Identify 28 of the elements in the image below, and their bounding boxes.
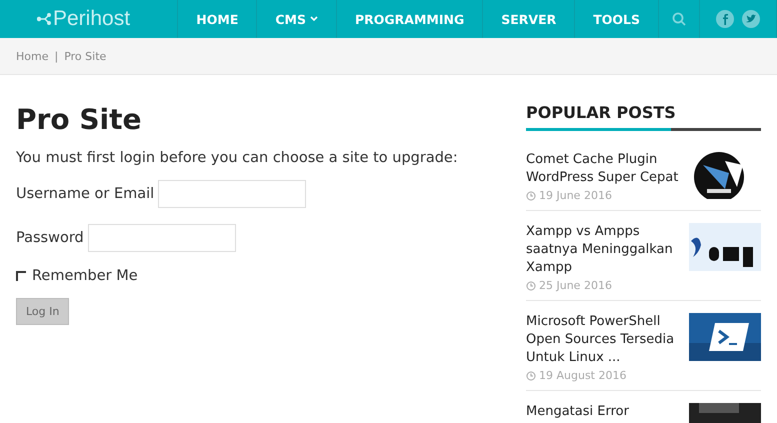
site-logo[interactable]: Perihost — [53, 7, 130, 31]
section-heading: POPULAR POSTS — [526, 103, 761, 131]
clock-icon — [526, 370, 536, 380]
page-title: Pro Site — [16, 103, 142, 136]
input-field[interactable] — [158, 180, 306, 208]
breadcrumb-separator: | — [54, 50, 58, 62]
facebook-icon[interactable] — [716, 10, 734, 28]
post-date: 25 June 2016 — [539, 279, 612, 292]
field-label: Password — [16, 230, 84, 246]
field-label: Username or Email — [16, 186, 154, 202]
clock-icon — [526, 190, 536, 200]
intro-text: You must first login before you can choose a site to upgrade: — [16, 150, 459, 166]
post-title-link[interactable]: Xampp vs Ampps saatnya Meninggalkan Xampp — [526, 223, 686, 277]
breadcrumb-item: Pro Site — [64, 50, 106, 62]
breadcrumb-item[interactable]: Home — [16, 50, 48, 62]
logo-icon — [37, 13, 51, 25]
post-date: 19 June 2016 — [539, 189, 612, 202]
login-button[interactable]: Log In — [16, 298, 70, 325]
checkbox-label: Remember Me — [32, 268, 138, 284]
post-title-link[interactable]: Comet Cache Plugin WordPress Super Cepat — [526, 151, 686, 187]
clock-icon — [526, 280, 536, 290]
search-icon[interactable] — [672, 12, 686, 26]
post-title-link[interactable]: Microsoft PowerShell Open Sources Tersedia Untuk Linux ... — [526, 313, 686, 367]
input-field[interactable] — [88, 224, 236, 252]
chevron-icon — [310, 16, 318, 22]
post-title-link[interactable]: Mengatasi Error — [526, 403, 686, 421]
post-date: 19 August 2016 — [539, 369, 626, 382]
twitter-icon[interactable] — [742, 10, 760, 28]
